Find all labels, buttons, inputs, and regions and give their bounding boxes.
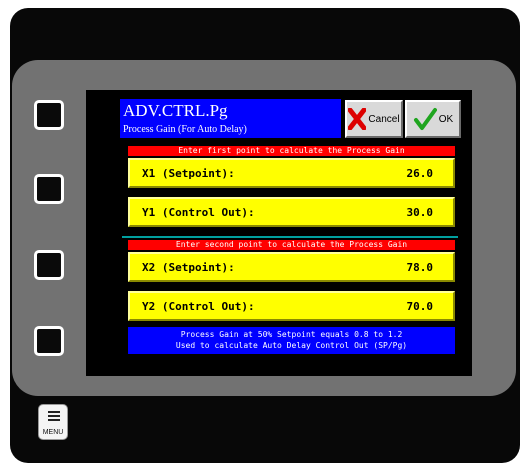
note-line-2: Used to calculate Auto Delay Control Out… <box>175 341 408 350</box>
side-button-4[interactable] <box>34 326 64 356</box>
x1-value: 26.0 <box>406 167 434 180</box>
info-note: Process Gain at 50% Setpoint equals 0.8 … <box>128 327 455 354</box>
x2-label: X2 (Setpoint): <box>142 261 235 274</box>
x2-value: 78.0 <box>406 261 434 274</box>
second-point-banner: Enter second point to calculate the Proc… <box>128 240 455 250</box>
y1-control-out-field[interactable]: Y1 (Control Out): 30.0 <box>128 197 455 227</box>
ok-label: OK <box>438 113 454 125</box>
section-divider <box>122 236 458 238</box>
cancel-button[interactable]: Cancel <box>345 100 403 138</box>
y1-value: 30.0 <box>406 206 434 219</box>
menu-icon <box>48 411 60 423</box>
menu-label: MENU <box>42 429 64 436</box>
cancel-label: Cancel <box>368 113 400 125</box>
menu-button[interactable]: MENU <box>38 404 68 440</box>
green-check-icon <box>413 108 437 130</box>
note-line-1: Process Gain at 50% Setpoint equals 0.8 … <box>180 330 403 339</box>
x2-setpoint-field[interactable]: X2 (Setpoint): 78.0 <box>128 252 455 282</box>
y2-control-out-field[interactable]: Y2 (Control Out): 70.0 <box>128 291 455 321</box>
page-subtitle: Process Gain (For Auto Delay) <box>123 124 247 135</box>
first-point-banner: Enter first point to calculate the Proce… <box>128 146 455 156</box>
x1-label: X1 (Setpoint): <box>142 167 235 180</box>
side-button-3[interactable] <box>34 250 64 280</box>
ok-button[interactable]: OK <box>405 100 461 138</box>
side-button-1[interactable] <box>34 100 64 130</box>
page-title: ADV.CTRL.Pg <box>123 101 228 120</box>
y1-label: Y1 (Control Out): <box>142 206 255 219</box>
red-x-icon <box>348 108 367 130</box>
side-button-2[interactable] <box>34 174 64 204</box>
y2-label: Y2 (Control Out): <box>142 300 255 313</box>
title-bar: ADV.CTRL.Pg Process Gain (For Auto Delay… <box>120 99 341 138</box>
y2-value: 70.0 <box>406 300 434 313</box>
x1-setpoint-field[interactable]: X1 (Setpoint): 26.0 <box>128 158 455 188</box>
